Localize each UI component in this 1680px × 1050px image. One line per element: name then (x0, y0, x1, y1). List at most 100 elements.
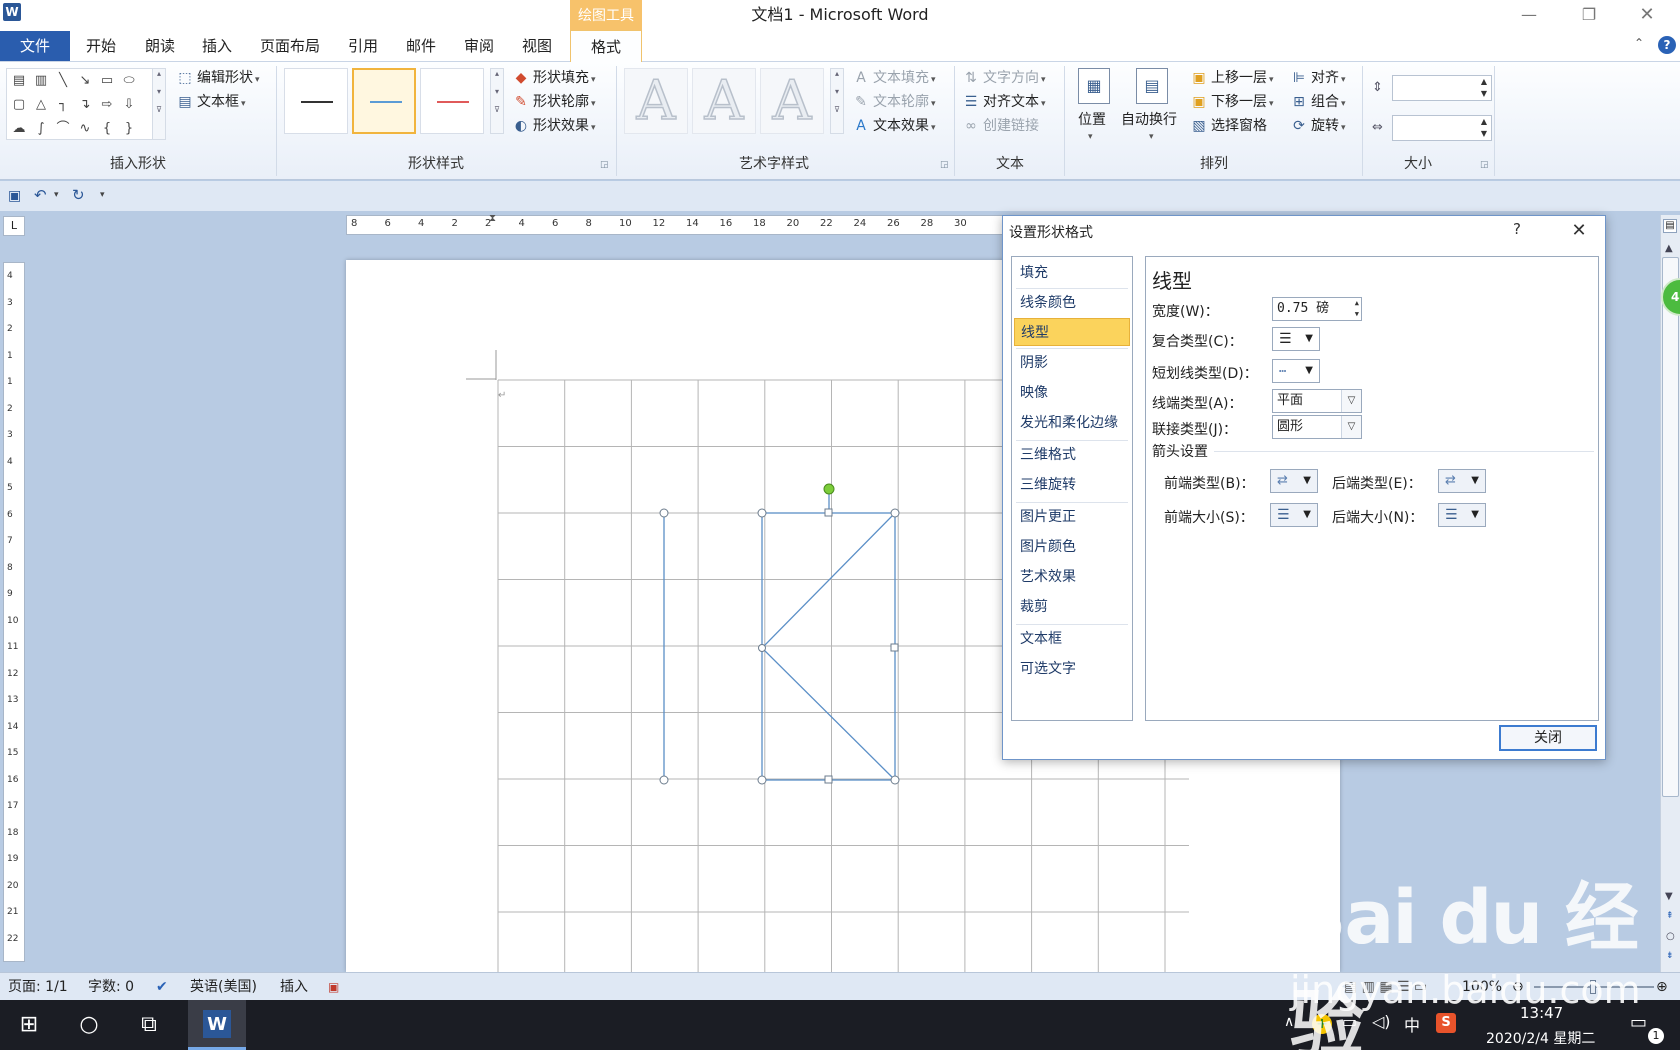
scroll-thumb[interactable] (1662, 257, 1679, 797)
shape-effects-button[interactable]: ◐ 形状效果 ▾ (512, 114, 596, 138)
shape-outline-button[interactable]: ✎ 形状轮廓 ▾ (512, 90, 595, 114)
end-type-dropdown[interactable]: ⇄ ▼ (1438, 469, 1486, 493)
rectangle-shape-icon[interactable]: ▭ (97, 71, 117, 91)
help-icon[interactable]: ? (1658, 36, 1676, 54)
triangle-shape-icon[interactable]: △ (31, 95, 51, 115)
rotate-button[interactable]: ⟳ 旋转 ▾ (1290, 114, 1345, 138)
rounded-rectangle-shape-icon[interactable]: ▢ (9, 95, 29, 115)
arc-shape-icon[interactable]: ⌒ (53, 119, 73, 139)
nav-alt-text[interactable]: 可选文字 (1014, 655, 1130, 683)
join-type-dropdown[interactable]: 圆形 ▽ (1272, 415, 1362, 439)
undo-dropdown-icon[interactable]: ▾ (54, 190, 59, 200)
create-link-button[interactable]: ∞ 创建链接 (962, 114, 1039, 138)
tab-home[interactable]: 开始 (86, 31, 116, 61)
edit-shape-button[interactable]: ⬚ 编辑形状 ▾ (176, 66, 259, 90)
nav-picture-color[interactable]: 图片颜色 (1014, 533, 1130, 561)
task-view-icon[interactable]: ⧉ (124, 1000, 174, 1050)
tab-page-layout[interactable]: 页面布局 (260, 31, 320, 61)
nav-line-color[interactable]: 线条颜色 (1014, 289, 1130, 317)
drawn-shape-k[interactable] (663, 489, 896, 781)
tab-mailings[interactable]: 邮件 (406, 31, 436, 61)
vertical-ruler[interactable]: 4 3 2 1 1 2 3 4 5 6 7 8 9 10 11 12 13 14 15 16 17 18 19 20 21 22 (3, 262, 25, 962)
nav-glow-soft-edges[interactable]: 发光和柔化边缘 (1014, 409, 1130, 437)
close-window-button[interactable]: ✕ (1624, 0, 1670, 30)
shapes-gallery-scroll[interactable]: ▴ ▾ ⊽ (152, 68, 166, 140)
nav-picture-corrections[interactable]: 图片更正 (1014, 503, 1130, 531)
size-launcher-icon[interactable]: ◲ (1480, 160, 1490, 170)
tab-references[interactable]: 引用 (348, 31, 378, 61)
tab-review[interactable]: 审阅 (464, 31, 494, 61)
windows-start-icon[interactable]: ⊞ (4, 1000, 54, 1050)
begin-size-dropdown[interactable]: ☰ ▼ (1270, 503, 1318, 527)
align-button[interactable]: ⊫ 对齐 ▾ (1290, 66, 1346, 90)
proofing-icon[interactable]: ✔ (156, 973, 168, 1001)
wordart-style-2[interactable]: A (692, 68, 756, 134)
left-brace-shape-icon[interactable]: { (97, 119, 117, 139)
nav-crop[interactable]: 裁剪 (1014, 593, 1130, 621)
end-size-dropdown[interactable]: ☰ ▼ (1438, 503, 1486, 527)
text-box-shape-icon[interactable]: ▤ (9, 71, 29, 91)
arrow-line-shape-icon[interactable]: ↘ (75, 71, 95, 91)
begin-type-dropdown[interactable]: ⇄ ▼ (1270, 469, 1318, 493)
right-brace-shape-icon[interactable]: } (119, 119, 139, 139)
nav-shadow[interactable]: 阴影 (1014, 349, 1130, 377)
width-spinner-icon[interactable]: ▲ ▼ (1481, 116, 1487, 140)
save-icon[interactable]: ▣ (8, 188, 21, 204)
tab-insert[interactable]: 插入 (202, 31, 232, 61)
wordart-gallery-scroll[interactable]: ▴ ▾ ⊽ (830, 68, 844, 134)
shape-style-gallery-scroll[interactable]: ▴ ▾ ⊽ (490, 68, 504, 134)
shape-styles-launcher-icon[interactable]: ◲ (600, 160, 610, 170)
shape-upper-diagonal[interactable] (761, 512, 896, 649)
word-taskbar-icon[interactable]: W (188, 1000, 246, 1050)
tab-file[interactable]: 文件 (0, 31, 70, 61)
bring-forward-button[interactable]: ▣ 上移一层 ▾ (1190, 66, 1273, 90)
nav-3d-format[interactable]: 三维格式 (1014, 441, 1130, 469)
scroll-up-icon[interactable]: ▲ (1665, 243, 1673, 254)
shape-style-blue-selected[interactable] (352, 68, 416, 134)
compound-type-dropdown[interactable]: ☰ ▼ (1272, 327, 1320, 351)
minimize-button[interactable]: — (1506, 0, 1552, 30)
height-spinner-icon[interactable]: ▲ ▼ (1481, 76, 1487, 100)
text-fill-button[interactable]: A 文本填充 ▾ (852, 66, 935, 90)
nav-line-style[interactable]: 线型 (1014, 318, 1130, 346)
right-arrow-shape-icon[interactable]: ⇨ (97, 95, 117, 115)
indent-marker-icon[interactable]: ⧗ (489, 213, 496, 224)
collapse-ribbon-icon[interactable]: ⌃ (1634, 36, 1644, 50)
text-box-button[interactable]: ▤ 文本框 ▾ (176, 90, 245, 114)
insert-mode[interactable]: 插入 (280, 973, 308, 1001)
align-text-button[interactable]: ☰ 对齐文本 ▾ (962, 90, 1046, 114)
redo-icon[interactable]: ↻ (72, 186, 85, 204)
group-button[interactable]: ⊞ 组合 ▾ (1290, 90, 1345, 114)
restore-button[interactable]: ❐ (1566, 0, 1612, 30)
tab-format[interactable]: 格式 (570, 30, 642, 63)
cortana-search-icon[interactable]: ○ (64, 1000, 114, 1050)
width-input[interactable]: 0.75 磅 ▲ ▼ (1272, 297, 1362, 321)
shape-fill-button[interactable]: ◆ 形状填充 ▾ (512, 66, 596, 90)
selection-pane-button[interactable]: ▧ 选择窗格 (1190, 114, 1267, 138)
scribble-shape-icon[interactable]: ∫ (31, 119, 51, 139)
undo-icon[interactable]: ↶ (34, 186, 47, 204)
customize-qat-icon[interactable]: ▾ (100, 190, 105, 200)
nav-3d-rotation[interactable]: 三维旋转 (1014, 471, 1130, 499)
shape-style-red[interactable] (420, 68, 484, 134)
position-button[interactable]: 位置 (1078, 108, 1106, 132)
macro-record-icon[interactable]: ▣ (328, 973, 339, 1001)
line-shape-icon[interactable]: ╲ (53, 71, 73, 91)
elbow-connector-shape-icon[interactable]: ┐ (53, 95, 73, 115)
nav-reflection[interactable]: 映像 (1014, 379, 1130, 407)
wrap-text-button[interactable]: 自动换行 (1121, 108, 1177, 132)
oval-shape-icon[interactable]: ⬭ (119, 71, 139, 91)
curve-shape-icon[interactable]: ∿ (75, 119, 95, 139)
wordart-styles-launcher-icon[interactable]: ◲ (940, 160, 950, 170)
nav-artistic-effects[interactable]: 艺术效果 (1014, 563, 1130, 591)
width-spinner-icon[interactable]: ▲ ▼ (1355, 298, 1359, 320)
word-logo-icon[interactable]: W (3, 3, 21, 21)
shape-height-input[interactable]: ▲ ▼ (1392, 75, 1492, 101)
elbow-arrow-connector-shape-icon[interactable]: ↴ (75, 95, 95, 115)
dialog-close-icon[interactable]: ✕ (1559, 216, 1599, 246)
text-outline-button[interactable]: ✎ 文本轮廓 ▾ (852, 90, 935, 114)
tab-view[interactable]: 视图 (522, 31, 552, 61)
vertical-text-box-shape-icon[interactable]: ▥ (31, 71, 51, 91)
view-ruler-icon[interactable]: ▤ (1663, 219, 1677, 233)
dash-type-dropdown[interactable]: ┅ ▼ (1272, 359, 1320, 383)
